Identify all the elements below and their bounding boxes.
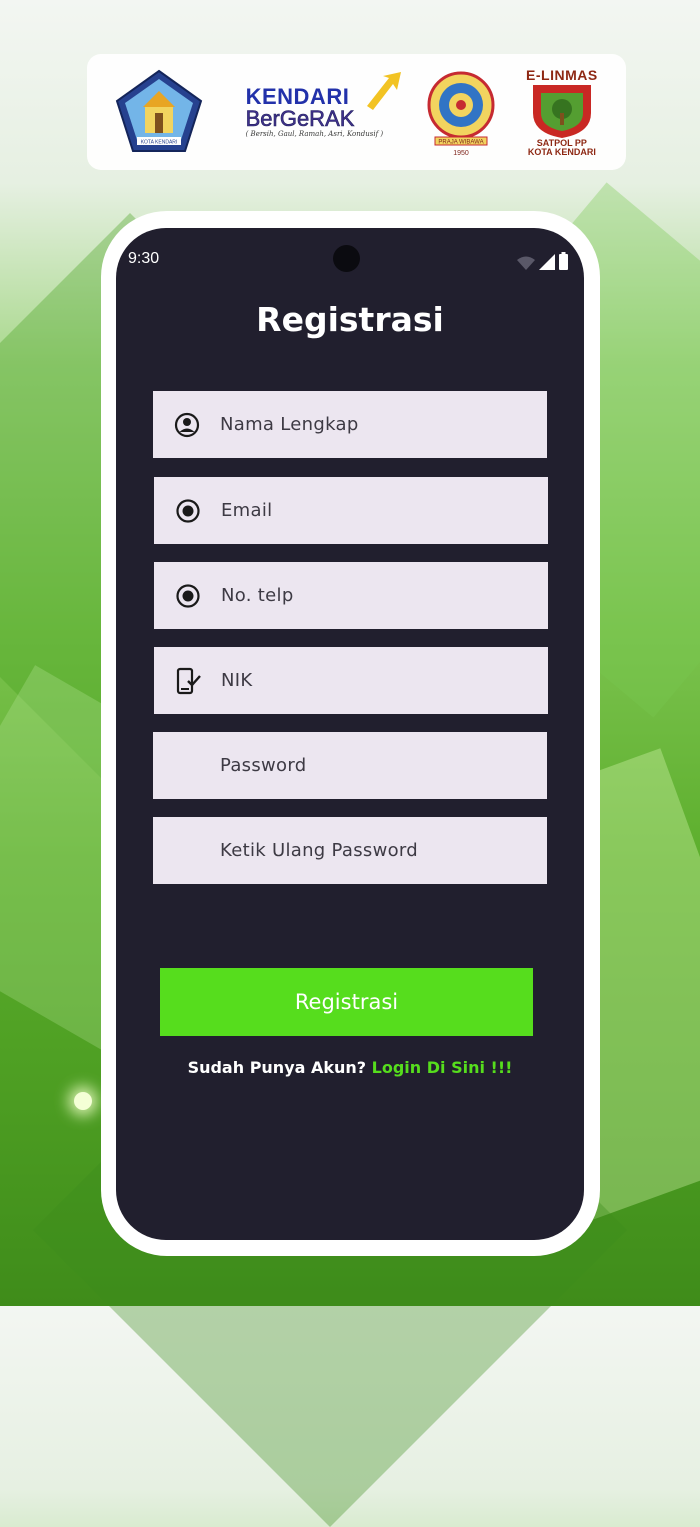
confirm-password-input[interactable]: Ketik Ulang Password <box>153 817 547 884</box>
wifi-icon <box>517 256 535 270</box>
phone-input[interactable]: No. telp <box>154 562 548 629</box>
full-name-input[interactable]: Nama Lengkap <box>153 391 547 458</box>
email-placeholder: Email <box>221 500 273 521</box>
phone-check-icon <box>175 667 201 694</box>
nik-placeholder: NIK <box>221 670 253 691</box>
have-account-text: Sudah Punya Akun? <box>187 1058 367 1077</box>
full-name-placeholder: Nama Lengkap <box>220 414 359 435</box>
kota-kendari-logo: KOTA KENDARI <box>115 69 203 155</box>
email-input[interactable]: Email <box>154 477 548 544</box>
page-title: Registrasi <box>256 300 444 339</box>
kendari-tagline: ( Bersih, Gaul, Ramah, Asri, Kondusif ) <box>245 130 384 138</box>
password-input[interactable]: Password <box>153 732 547 799</box>
logo-bar: KOTA KENDARI KENDARI BerGeRAK ( Bersih, … <box>87 54 626 170</box>
kota-kendari-caption: KOTA KENDARI <box>141 140 178 146</box>
login-prompt: Sudah Punya Akun? Login Di Sini !!! <box>116 1058 584 1077</box>
year-text: 1950 <box>454 150 470 157</box>
kendari-text: KENDARI <box>245 84 350 109</box>
status-time: 9:30 <box>128 250 160 267</box>
elinmas-line2: KOTA KENDARI <box>527 147 596 157</box>
signal-icon <box>539 254 555 270</box>
radio-button-icon <box>175 583 201 609</box>
kendari-bergerak-logo: KENDARI BerGeRAK ( Bersih, Gaul, Ramah, … <box>232 72 401 138</box>
register-button[interactable]: Registrasi <box>160 968 533 1036</box>
front-camera <box>333 245 360 272</box>
elinmas-title: E-LINMAS <box>526 66 598 83</box>
battery-icon <box>559 252 568 270</box>
confirm-password-placeholder: Ketik Ulang Password <box>220 840 419 861</box>
bergerak-text: BerGeRAK <box>245 106 355 131</box>
account-circle-icon <box>174 412 200 438</box>
phone-screen: 9:30 Registrasi Nama Lengkap Email No. t… <box>116 228 584 1240</box>
phone-placeholder: No. telp <box>221 585 294 606</box>
radio-button-icon <box>175 498 201 524</box>
praja-wibawa-text: PRAJA WIBAWA <box>439 140 484 146</box>
login-link[interactable]: Login Di Sini !!! <box>372 1058 513 1077</box>
polisi-pamong-praja-logo: PRAJA WIBAWA 1950 <box>425 67 497 157</box>
background-glow <box>74 1092 92 1110</box>
nik-input[interactable]: NIK <box>154 647 548 714</box>
password-placeholder: Password <box>220 755 307 776</box>
status-icons <box>517 252 568 270</box>
elinmas-logo: E-LINMAS SATPOL PP KOTA KENDARI <box>526 67 598 158</box>
